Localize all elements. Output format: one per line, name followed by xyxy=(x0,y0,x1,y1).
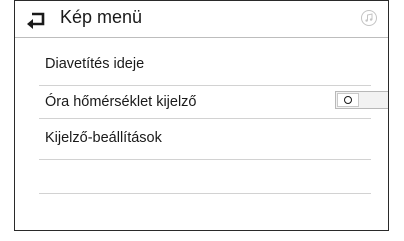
menu-item-clock-temp-display[interactable]: Óra hőmérséklet kijelző xyxy=(39,86,388,122)
toggle-knob xyxy=(337,93,359,107)
divider xyxy=(39,193,371,194)
menu-item-label: Diavetítés ideje xyxy=(45,56,145,72)
back-arrow-icon[interactable] xyxy=(25,9,49,29)
menu-item-slideshow-time[interactable]: Diavetítés ideje xyxy=(39,48,369,84)
circle-icon xyxy=(344,96,352,104)
menu-item-display-settings[interactable]: Kijelző-beállítások xyxy=(39,122,369,158)
menu-screen: Kép menü Diavetítés ideje Óra hőmérsékle… xyxy=(14,0,389,231)
menu-item-label: Kijelző-beállítások xyxy=(45,130,162,146)
menu-item-label: Óra hőmérséklet kijelző xyxy=(45,94,197,110)
divider xyxy=(39,118,371,119)
divider xyxy=(39,159,371,160)
clock-temp-toggle[interactable] xyxy=(335,91,388,109)
page-title: Kép menü xyxy=(60,7,143,27)
music-note-icon[interactable] xyxy=(361,10,377,26)
header-bar: Kép menü xyxy=(15,1,388,38)
